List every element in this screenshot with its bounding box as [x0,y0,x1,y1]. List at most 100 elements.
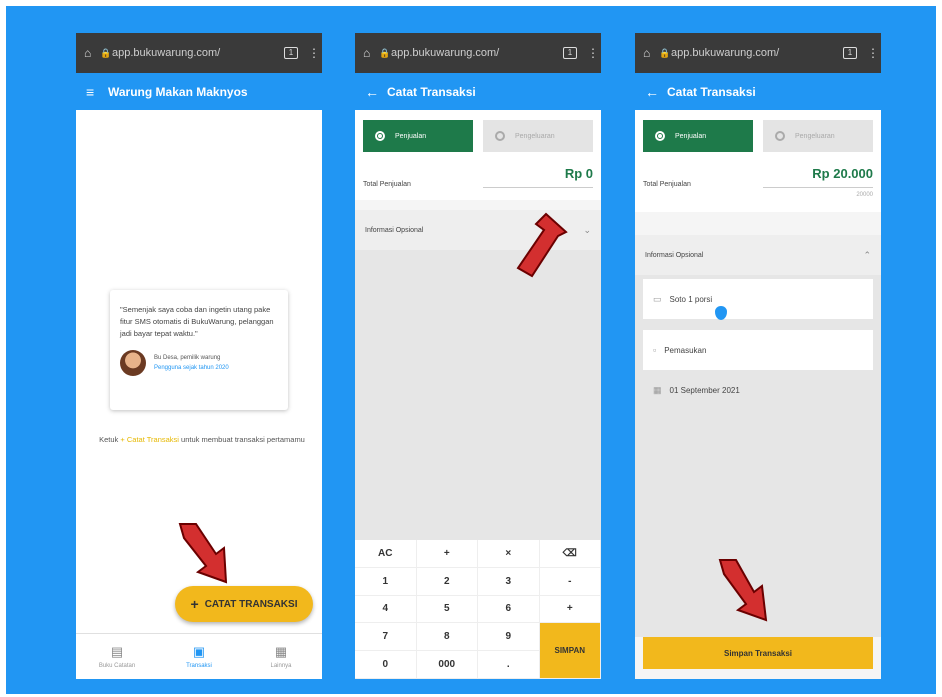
key-8[interactable]: 8 [416,623,478,652]
note-icon: ▭ [653,293,662,304]
key-minus[interactable]: - [539,567,601,596]
tabs-icon[interactable]: 1 [284,47,298,59]
url-text[interactable]: app.bukuwarung.com/ [112,47,284,59]
browser-bar: ⌂ 🔒 app.bukuwarung.com/ 1 ⋮ [635,33,881,73]
tab-pengeluaran[interactable]: Pengeluaran [763,120,873,152]
nav-label: Buku Catatan [98,663,136,669]
transaction-icon: ▣ [192,644,206,659]
save-transaction-button[interactable]: Simpan Transaksi [643,637,873,669]
nav-label: Lainnya [270,663,292,669]
category-value: Pemasukan [664,345,707,355]
page-title: Warung Makan Maknyos [108,84,248,99]
radio-selected-icon [655,131,665,141]
hint-highlight: + Catat Transaksi [120,435,179,444]
backspace-icon[interactable]: ⌫ [539,540,601,568]
key-0[interactable]: 0 [355,651,417,679]
optional-info-header[interactable]: Informasi Opsional ⌃ [635,235,881,275]
pointer-arrow-icon [516,212,568,278]
home-icon[interactable]: ⌂ [643,46,659,60]
url-text[interactable]: app.bukuwarung.com/ [391,47,563,59]
lock-icon: 🔒 [659,47,671,58]
total-label: Total Penjualan [363,181,411,188]
lock-icon: 🔒 [100,47,112,58]
testimonial-card: "Semenjak saya coba dan ingetin utang pa… [110,290,288,410]
more-icon[interactable]: ⋮ [587,46,599,60]
transaction-form: Penjualan Pengeluaran Total Penjualan Rp… [635,110,881,212]
app-bar: ≡ Warung Makan Maknyos [76,73,322,110]
hint-prefix: Ketuk [99,435,121,444]
tab-label: Pengeluaran [515,132,555,140]
key-4[interactable]: 4 [355,595,417,624]
note-value: Soto 1 porsi [669,294,713,304]
calculator-keypad: AC + × ⌫ 1 2 3 - 4 5 6 + 7 8 9 SIMPAN 0 … [355,540,601,679]
radio-empty-icon [775,131,785,141]
key-plus-2[interactable]: + [539,595,601,624]
page-title: Catat Transaksi [667,84,756,99]
lock-icon: 🔒 [379,47,391,58]
note-field[interactable]: ▭ Soto 1 porsi [643,279,873,320]
total-raw-value: 20000 [856,192,873,198]
url-text[interactable]: app.bukuwarung.com/ [671,47,843,59]
key-6[interactable]: 6 [478,595,540,624]
empty-state-hint: Ketuk + Catat Transaksi untuk membuat tr… [96,434,308,446]
fab-label: CATAT TRANSAKSI [204,598,298,610]
type-toggle: Penjualan Pengeluaran [635,110,881,152]
total-amount-field[interactable]: Rp 0 [483,166,593,188]
nav-label: Transaksi [186,663,212,669]
calendar-icon: ▦ [653,384,662,395]
author-role: Pengguna sejak tahun 2020 [154,365,229,371]
menu-icon[interactable]: ≡ [86,84,108,100]
total-amount-field[interactable]: Rp 20.000 [763,166,873,188]
save-label: Simpan Transaksi [723,648,793,658]
pointer-arrow-icon [718,559,768,622]
app-bar: ← Catat Transaksi [355,73,601,110]
key-5[interactable]: 5 [416,595,478,624]
nav-item-lainnya[interactable]: ▦ Lainnya [240,634,322,679]
tab-penjualan[interactable]: Penjualan [363,120,473,152]
add-transaction-button[interactable]: + CATAT TRANSAKSI [175,586,313,622]
category-field[interactable]: ▫ Pemasukan [643,330,873,370]
text-cursor-handle-icon[interactable] [715,306,727,320]
home-icon[interactable]: ⌂ [363,46,379,60]
app-bar: ← Catat Transaksi [635,73,881,110]
key-9[interactable]: 9 [478,623,540,652]
date-field[interactable]: ▦ 01 September 2021 [643,370,873,410]
total-row: Total Penjualan Rp 0 [355,152,601,188]
key-7[interactable]: 7 [355,623,417,652]
tab-penjualan[interactable]: Penjualan [643,120,753,152]
browser-bar: ⌂ 🔒 app.bukuwarung.com/ 1 ⋮ [355,33,601,73]
total-label: Total Penjualan [643,181,691,188]
chevron-down-icon: ⌄ [583,224,591,235]
back-arrow-icon[interactable]: ← [645,84,667,100]
chevron-up-icon: ⌃ [863,249,871,260]
key-1[interactable]: 1 [355,567,417,596]
date-value: 01 September 2021 [669,385,740,395]
transaction-form: Penjualan Pengeluaran Total Penjualan Rp… [355,110,601,200]
back-arrow-icon[interactable]: ← [365,84,387,100]
tab-label: Pengeluaran [795,132,835,140]
notebook-icon: ▤ [110,644,124,659]
key-dot[interactable]: . [478,651,540,679]
plus-icon: + [190,596,199,612]
nav-item-transaksi[interactable]: ▣ Transaksi [158,634,240,679]
tab-pengeluaran[interactable]: Pengeluaran [483,120,593,152]
nav-item-buku-catatan[interactable]: ▤ Buku Catatan [76,634,158,679]
key-000[interactable]: 000 [416,651,478,679]
key-clear[interactable]: AC [355,540,417,568]
category-icon: ▫ [653,345,657,355]
home-icon[interactable]: ⌂ [84,46,100,60]
tabs-icon[interactable]: 1 [563,47,577,59]
more-icon[interactable]: ⋮ [867,46,879,60]
key-3[interactable]: 3 [478,567,540,596]
phone-screen-record: ⌂ 🔒 app.bukuwarung.com/ 1 ⋮ ← Catat Tran… [355,33,601,679]
key-2[interactable]: 2 [416,567,478,596]
save-key[interactable]: SIMPAN [539,623,601,679]
key-plus[interactable]: + [416,540,478,568]
key-multiply[interactable]: × [478,540,540,568]
grid-icon: ▦ [274,644,288,659]
type-toggle: Penjualan Pengeluaran [355,110,601,152]
more-icon[interactable]: ⋮ [308,46,320,60]
tabs-icon[interactable]: 1 [843,47,857,59]
optional-label: Informasi Opsional [645,251,704,259]
tab-label: Penjualan [395,132,427,140]
